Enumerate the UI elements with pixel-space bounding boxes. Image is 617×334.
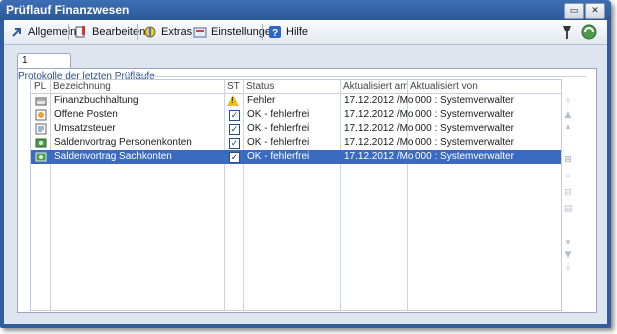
- row-date: 17.12.2012 /Mo: [344, 151, 414, 162]
- column-header-bezeichnung[interactable]: Bezeichnung: [53, 81, 111, 92]
- row-status: OK - fehlerfrei: [247, 137, 310, 148]
- move-down-icon[interactable]: ▼: [561, 250, 575, 260]
- arrow-icon: [12, 28, 21, 37]
- row-user: 000 : Systemverwalter: [415, 151, 514, 162]
- row-name: Offene Posten: [54, 109, 118, 120]
- title-bar[interactable]: Prüflauf Finanzwesen ▭ ✕: [0, 0, 611, 20]
- row-date: 17.12.2012 /Mo: [344, 109, 414, 120]
- client-area: Allgemein Bearbeiten Extras Einstellunge…: [4, 20, 607, 324]
- row-user: 000 : Systemverwalter: [415, 123, 514, 134]
- column-header-aktualisiert-von[interactable]: Aktualisiert von: [410, 81, 478, 92]
- journal-icon: [35, 97, 47, 106]
- check-icon: ✓: [229, 138, 240, 149]
- menu-separator: [68, 24, 69, 40]
- help-icon: ?: [269, 26, 281, 39]
- tax-icon: [35, 123, 47, 135]
- menu-bearbeiten[interactable]: Bearbeiten: [74, 24, 145, 40]
- extras-icon: [144, 26, 156, 38]
- menu-allgemein[interactable]: Allgemein: [10, 24, 76, 40]
- svg-text:?: ?: [272, 28, 278, 39]
- refresh-icon[interactable]: [580, 23, 598, 41]
- row-name: Finanzbuchhaltung: [54, 95, 139, 106]
- edit-icon: [75, 26, 85, 38]
- table-settings-icon[interactable]: ▤: [561, 204, 575, 214]
- column-header-aktualisiert-am[interactable]: Aktualisiert am: [343, 81, 409, 92]
- zoom-icon[interactable]: ⌕: [561, 171, 575, 181]
- window-title: Prüflauf Finanzwesen: [6, 3, 130, 17]
- menu-extras[interactable]: Extras: [143, 24, 192, 40]
- menu-hilfe[interactable]: ? Hilfe: [268, 24, 308, 40]
- pin-icon[interactable]: [558, 23, 576, 41]
- tab-standard[interactable]: 1 Standard: [17, 53, 71, 80]
- menu-allgemein-label: Allgemein: [28, 26, 77, 38]
- row-user: 000 : Systemverwalter: [415, 95, 514, 106]
- row-user: 000 : Systemverwalter: [415, 109, 514, 120]
- table-row[interactable]: Umsatzsteuer ✓ OK - fehlerfrei 17.12.201…: [31, 122, 561, 136]
- move-up-small-icon[interactable]: ▴: [561, 122, 575, 132]
- row-date: 17.12.2012 /Mo: [344, 137, 414, 148]
- column-header-status[interactable]: Status: [246, 81, 274, 92]
- row-name: Umsatzsteuer: [54, 123, 116, 134]
- column-header-pl[interactable]: PL: [34, 81, 46, 92]
- table-header: PL Bezeichnung ST Status Aktualisiert am…: [31, 80, 561, 94]
- menu-hilfe-label: Hilfe: [286, 26, 309, 38]
- menu-extras-label: Extras: [161, 26, 193, 38]
- row-status: OK - fehlerfrei: [247, 151, 310, 162]
- check-icon: ✓: [229, 152, 240, 163]
- tab-strip: 1 Standard: [17, 53, 71, 80]
- move-bottom-icon[interactable]: ⤓: [561, 262, 575, 272]
- open-items-icon: [35, 109, 47, 121]
- filter-icon[interactable]: ⊟: [561, 188, 575, 198]
- restore-button[interactable]: ▭: [564, 3, 584, 19]
- check-icon: ✓: [229, 124, 240, 135]
- menu-einstellungen[interactable]: Einstellungen: [193, 24, 277, 40]
- menu-bar: Allgemein Bearbeiten Extras Einstellunge…: [4, 20, 607, 45]
- move-up-icon[interactable]: ▲: [561, 110, 575, 120]
- row-status: OK - fehlerfrei: [247, 109, 310, 120]
- row-date: 17.12.2012 /Mo: [344, 123, 414, 134]
- balance-icon: [35, 152, 47, 162]
- close-button[interactable]: ✕: [585, 3, 605, 19]
- main-window: Prüflauf Finanzwesen ▭ ✕ Allgemein Bearb…: [0, 0, 611, 328]
- move-top-icon[interactable]: ⤒: [561, 98, 575, 108]
- table-row[interactable]: Finanzbuchhaltung Fehler 17.12.2012 /Mo …: [31, 94, 561, 108]
- columns-icon[interactable]: ⊞: [561, 155, 575, 165]
- menu-separator: [137, 24, 138, 40]
- group-divider: [116, 76, 586, 77]
- row-name: Saldenvortrag Sachkonten: [54, 151, 172, 162]
- column-header-st[interactable]: ST: [227, 81, 240, 92]
- row-name: Saldenvortrag Personenkonten: [54, 137, 192, 148]
- balance-icon: [35, 138, 47, 148]
- protocol-table: PL Bezeichnung ST Status Aktualisiert am…: [30, 79, 562, 311]
- row-status: OK - fehlerfrei: [247, 123, 310, 134]
- table-row[interactable]: Offene Posten ✓ OK - fehlerfrei 17.12.20…: [31, 108, 561, 122]
- row-date: 17.12.2012 /Mo: [344, 95, 414, 106]
- warning-icon: [227, 95, 239, 106]
- menu-separator: [262, 24, 263, 40]
- table-row-selected[interactable]: Saldenvortrag Sachkonten ✓ OK - fehlerfr…: [31, 150, 561, 164]
- settings-icon: [193, 27, 207, 38]
- row-status: Fehler: [247, 95, 276, 106]
- table-row[interactable]: Saldenvortrag Personenkonten ✓ OK - fehl…: [31, 136, 561, 150]
- move-down-small-icon[interactable]: ▾: [561, 238, 575, 248]
- check-icon: ✓: [229, 110, 240, 121]
- row-user: 000 : Systemverwalter: [415, 137, 514, 148]
